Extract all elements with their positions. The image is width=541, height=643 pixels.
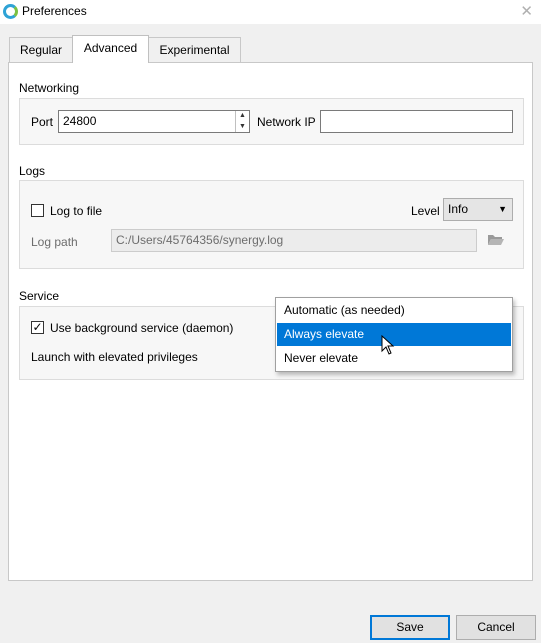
network-ip-input[interactable] [320, 110, 513, 133]
cancel-button[interactable]: Cancel [456, 615, 536, 640]
level-value: Info [448, 202, 469, 216]
log-path-input[interactable]: C:/Users/45764356/synergy.log [111, 229, 477, 252]
title-bar: Preferences ✕ [0, 0, 541, 24]
tab-experimental[interactable]: Experimental [148, 37, 241, 62]
port-input[interactable]: 24800 [58, 110, 250, 133]
log-path-label: Log path [31, 235, 78, 249]
logs-heading: Logs [19, 164, 46, 178]
port-value: 24800 [63, 114, 97, 128]
tab-advanced[interactable]: Advanced [72, 35, 149, 63]
log-to-file-checkbox[interactable] [31, 204, 44, 217]
option-never-elevate-label: Never elevate [284, 351, 359, 365]
tab-regular[interactable]: Regular [9, 37, 73, 62]
tab-regular-label: Regular [19, 43, 63, 57]
port-increment-button[interactable]: ▲ [235, 111, 249, 121]
save-button-label: Save [396, 620, 424, 634]
chevron-down-icon: ▼ [498, 204, 507, 214]
check-icon: ✓ [32, 320, 43, 334]
option-automatic[interactable]: Automatic (as needed) [277, 299, 511, 322]
mouse-cursor-icon [381, 335, 395, 355]
level-label: Level [411, 204, 440, 218]
logs-group [19, 180, 524, 269]
network-ip-label: Network IP [257, 115, 316, 129]
port-decrement-button[interactable]: ▼ [235, 121, 249, 132]
folder-open-icon[interactable] [487, 234, 505, 246]
cancel-button-label: Cancel [477, 620, 515, 634]
level-select[interactable]: Info ▼ [443, 198, 513, 221]
close-icon[interactable]: ✕ [520, 2, 533, 20]
service-heading: Service [19, 289, 60, 303]
port-label: Port [31, 115, 54, 129]
log-to-file-label: Log to file [50, 204, 103, 218]
synergy-logo-icon [3, 4, 18, 19]
option-always-elevate-label: Always elevate [284, 327, 365, 341]
tab-experimental-label: Experimental [159, 43, 230, 57]
daemon-label: Use background service (daemon) [50, 321, 234, 335]
window-title: Preferences [22, 4, 87, 18]
tab-advanced-label: Advanced [83, 41, 138, 55]
save-button[interactable]: Save [370, 615, 450, 640]
log-path-value: C:/Users/45764356/synergy.log [116, 233, 284, 247]
networking-heading: Networking [19, 81, 80, 95]
option-automatic-label: Automatic (as needed) [284, 303, 405, 317]
elevated-privileges-label: Launch with elevated privileges [31, 350, 198, 364]
daemon-checkbox[interactable]: ✓ [31, 321, 44, 334]
